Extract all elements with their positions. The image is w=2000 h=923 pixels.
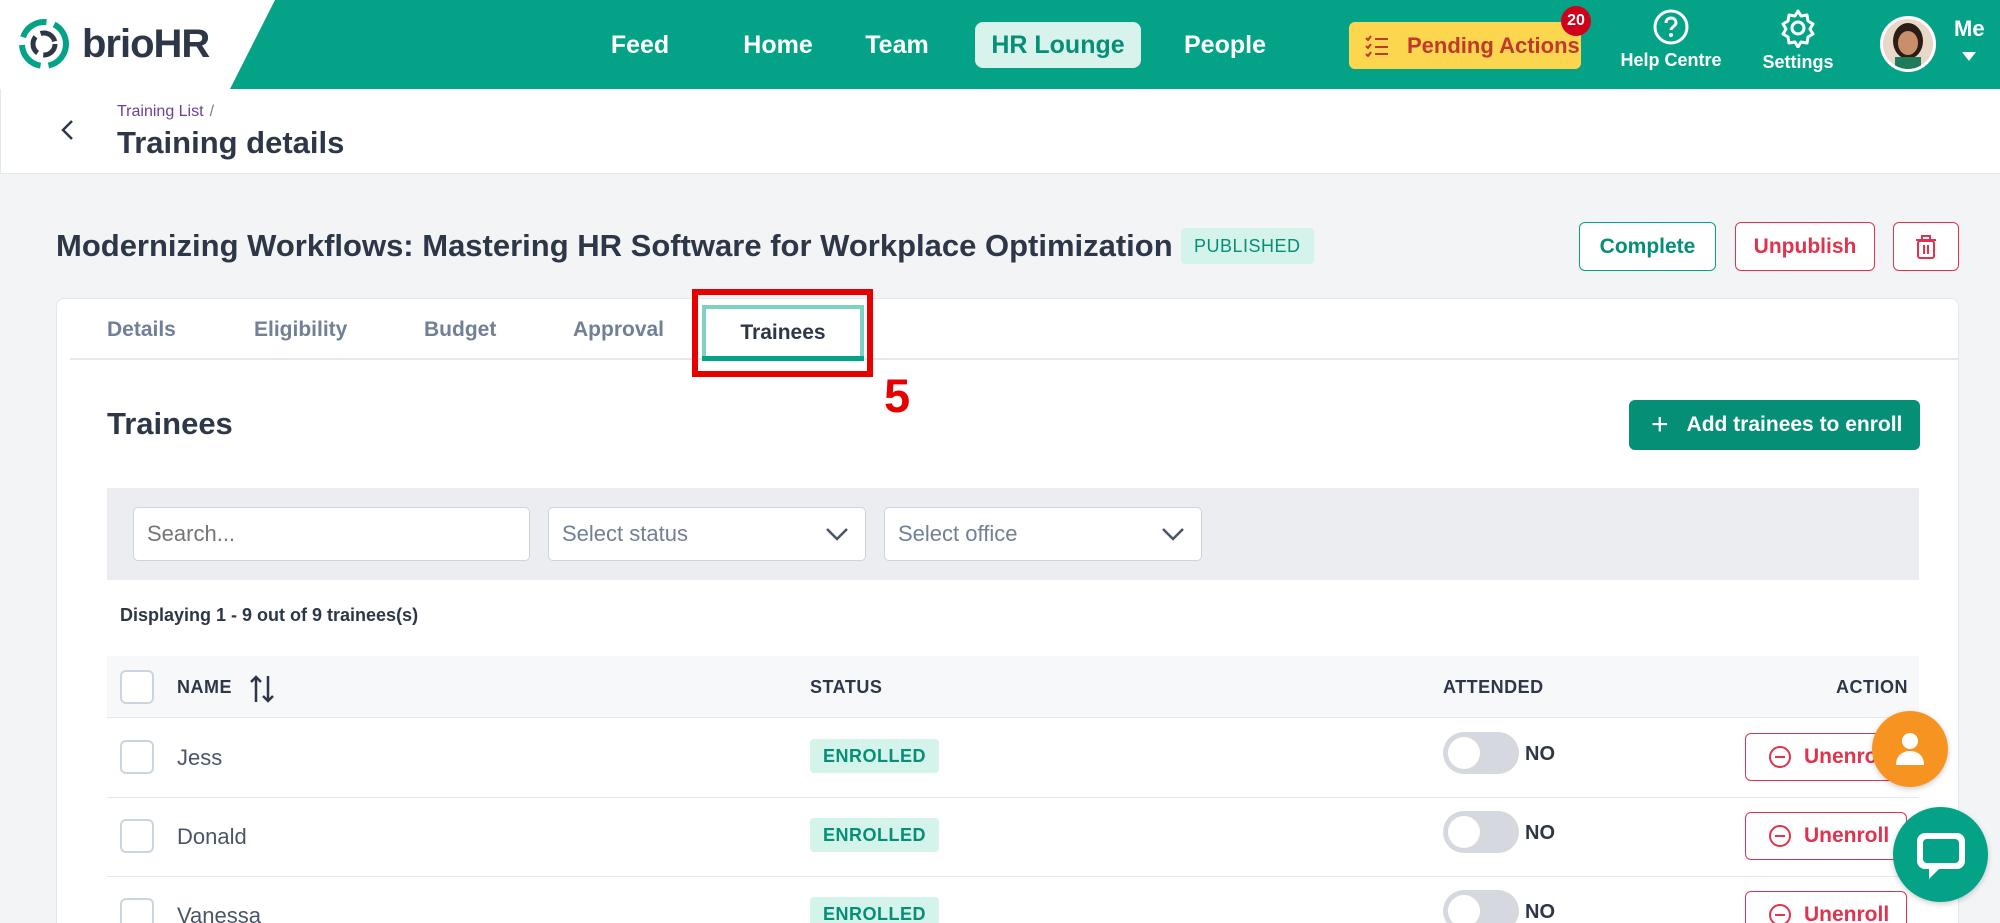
tab-details[interactable]: Details: [107, 318, 176, 342]
column-attended: ATTENDED: [1443, 677, 1544, 697]
unenroll-label: Unenroll: [1804, 824, 1890, 847]
person-icon: [1896, 733, 1924, 765]
results-count: Displaying 1 - 9 out of 9 trainees(s): [120, 605, 419, 625]
nav-people[interactable]: People: [1170, 22, 1280, 68]
add-trainees-label: Add trainees to enroll: [1686, 413, 1903, 436]
unpublish-button[interactable]: Unpublish: [1735, 222, 1875, 271]
status-badge: ENROLLED: [810, 897, 939, 923]
avatar-portrait-icon: [1883, 19, 1933, 69]
trainees-heading: Trainees: [107, 406, 233, 441]
chevron-down-icon: [1162, 528, 1184, 541]
checklist-icon: [1365, 34, 1388, 57]
page-title: Training details: [117, 125, 345, 160]
attended-toggle[interactable]: [1443, 732, 1519, 774]
office-select-placeholder: Select office: [898, 521, 1018, 546]
minus-circle-icon: [1769, 825, 1791, 847]
question-circle-icon: [1653, 9, 1689, 45]
breadcrumb-separator: /: [209, 103, 215, 120]
attended-toggle[interactable]: [1443, 811, 1519, 853]
status-select[interactable]: Select status: [548, 507, 866, 561]
column-status: STATUS: [810, 677, 883, 697]
brand-logo-text: brioHR: [82, 22, 210, 66]
tabs-divider: [70, 358, 1959, 360]
chat-bubble-icon: [1917, 833, 1965, 879]
breadcrumb-training-list[interactable]: Training List: [117, 103, 204, 120]
nav-hr-lounge[interactable]: HR Lounge: [975, 22, 1141, 68]
status-badge: ENROLLED: [810, 739, 939, 773]
row-checkbox[interactable]: [120, 740, 154, 774]
pending-actions-button[interactable]: Pending Actions: [1349, 22, 1581, 69]
tab-eligibility[interactable]: Eligibility: [254, 318, 347, 342]
pending-count-badge: 20: [1561, 6, 1591, 36]
gear-icon: [1781, 9, 1815, 48]
settings-button[interactable]: Settings: [1743, 8, 1853, 80]
annotation-step-number: 5: [884, 369, 911, 422]
status-badge: ENROLLED: [810, 818, 939, 852]
page-header: Training List / Training details: [0, 89, 2000, 174]
training-title: Modernizing Workflows: Mastering HR Soft…: [56, 228, 1173, 263]
complete-button[interactable]: Complete: [1579, 222, 1716, 271]
people-fab-button[interactable]: [1872, 711, 1948, 787]
help-centre-button[interactable]: Help Centre: [1616, 8, 1726, 80]
minus-circle-icon: [1769, 746, 1791, 768]
minus-circle-icon: [1769, 904, 1791, 923]
pending-actions-label: Pending Actions: [1407, 32, 1580, 58]
attended-value: NO: [1525, 743, 1555, 765]
office-select[interactable]: Select office: [884, 507, 1202, 561]
column-name[interactable]: NAME: [177, 677, 232, 698]
add-trainees-button[interactable]: + Add trainees to enroll: [1629, 400, 1920, 450]
sort-icon[interactable]: [248, 674, 276, 704]
delete-button[interactable]: [1893, 222, 1959, 271]
search-input[interactable]: [133, 507, 530, 561]
unenroll-label: Unenroll: [1804, 903, 1890, 923]
nav-home[interactable]: Home: [722, 22, 834, 68]
row-checkbox[interactable]: [120, 819, 154, 853]
row-divider: [107, 876, 1919, 877]
tab-approval[interactable]: Approval: [573, 318, 664, 342]
nav-feed[interactable]: Feed: [598, 22, 682, 68]
trainee-name: Vanessa: [177, 903, 261, 923]
row-checkbox[interactable]: [120, 898, 154, 923]
unenroll-button[interactable]: Unenroll: [1745, 891, 1907, 923]
plus-icon: +: [1651, 408, 1669, 441]
brio-logo-icon: [19, 19, 69, 69]
back-arrow-icon[interactable]: [53, 115, 83, 145]
table-header: [107, 656, 1919, 718]
breadcrumb: Training List /: [117, 103, 214, 121]
annotation-highlight-box: [692, 289, 873, 377]
column-action: ACTION: [1836, 677, 1908, 697]
attended-value: NO: [1525, 901, 1555, 923]
nav-team[interactable]: Team: [857, 22, 937, 68]
settings-label: Settings: [1762, 52, 1834, 72]
help-centre-label: Help Centre: [1620, 50, 1722, 70]
trash-icon: [1916, 234, 1936, 259]
attended-value: NO: [1525, 822, 1555, 844]
chevron-down-icon[interactable]: [1962, 52, 1976, 61]
chat-fab-button[interactable]: [1893, 807, 1988, 902]
attended-toggle[interactable]: [1443, 890, 1519, 923]
select-all-checkbox[interactable]: [120, 670, 154, 704]
trainee-name: Donald: [177, 824, 247, 849]
unenroll-button[interactable]: Unenroll: [1745, 812, 1907, 860]
trainee-name: Jess: [177, 745, 223, 770]
tab-budget[interactable]: Budget: [424, 318, 496, 342]
row-divider: [107, 797, 1919, 798]
chevron-down-icon: [826, 528, 848, 541]
user-avatar[interactable]: [1880, 16, 1936, 72]
me-label[interactable]: Me: [1954, 16, 1985, 42]
status-badge: PUBLISHED: [1181, 228, 1314, 264]
status-select-placeholder: Select status: [562, 521, 688, 546]
